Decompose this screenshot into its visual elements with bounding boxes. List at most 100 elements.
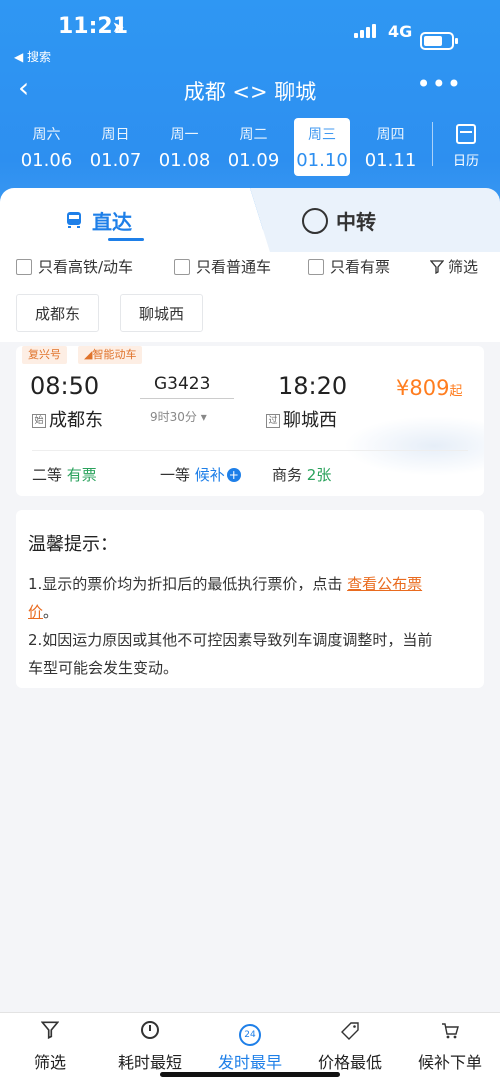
date-item[interactable]: 周二 01.09 bbox=[219, 118, 288, 176]
date-weekday: 周日 bbox=[101, 127, 130, 143]
calendar-button[interactable]: 日历 bbox=[446, 124, 486, 169]
transfer-train-icon bbox=[302, 208, 328, 234]
bottom-lowest-price-button[interactable]: 价格最低 bbox=[300, 1021, 400, 1073]
date-day: 01.09 bbox=[227, 150, 280, 171]
tab-transfer-label: 中转 bbox=[336, 210, 376, 234]
departure-station: 始成都东 bbox=[32, 406, 103, 432]
calendar-icon bbox=[456, 124, 476, 144]
bottom-shortest-button[interactable]: 耗时最短 bbox=[100, 1021, 200, 1073]
date-day: 01.06 bbox=[20, 150, 73, 171]
bottom-label: 候补下单 bbox=[417, 1053, 482, 1072]
bottom-earliest-button[interactable]: 24 发时最早 bbox=[200, 1021, 300, 1073]
date-weekday: 周四 bbox=[376, 127, 405, 143]
train-number: G3423 bbox=[154, 374, 211, 394]
location-icon: ➤ bbox=[112, 18, 125, 36]
more-icon[interactable]: ••• bbox=[417, 70, 462, 98]
date-day: 01.10 bbox=[296, 150, 348, 171]
price-tag-icon bbox=[300, 1021, 400, 1043]
divider bbox=[32, 450, 468, 451]
24h-icon: 24 bbox=[200, 1021, 300, 1046]
tips-title: 温馨提示： bbox=[28, 534, 118, 555]
date-item-selected[interactable]: 周三 01.10 bbox=[294, 118, 350, 176]
seat-status: 有票 bbox=[66, 466, 97, 484]
24h-icon-text: 24 bbox=[239, 1024, 261, 1046]
checkbox-available[interactable]: 只看有票 bbox=[308, 256, 390, 277]
date-day: 01.11 bbox=[364, 150, 417, 171]
date-weekday: 周二 bbox=[239, 127, 268, 143]
seat-status: 候补 bbox=[194, 466, 225, 484]
train-tag-fuxing: 复兴号 bbox=[22, 346, 67, 364]
signal-icon bbox=[354, 24, 376, 38]
cart-icon bbox=[400, 1021, 500, 1043]
arrival-station-name: 聊城西 bbox=[283, 410, 337, 431]
date-weekday: 周三 bbox=[308, 127, 336, 143]
date-item[interactable]: 周日 01.07 bbox=[81, 118, 150, 176]
bottom-label: 耗时最短 bbox=[117, 1053, 182, 1072]
tab-transfer[interactable]: 中转 bbox=[250, 188, 500, 252]
filter-row: 只看高铁/动车 只看普通车 只看有票 筛选 bbox=[16, 256, 486, 278]
waitlist-plus-icon[interactable]: + bbox=[226, 468, 241, 482]
date-weekday: 周一 bbox=[170, 127, 199, 143]
train-tag-smart-label: 智能动车 bbox=[92, 348, 137, 361]
origin-badge: 始 bbox=[32, 414, 46, 428]
date-weekday: 周六 bbox=[32, 127, 61, 143]
checkbox-label: 只看有票 bbox=[330, 258, 391, 276]
arrival-station: 过聊城西 bbox=[266, 406, 337, 432]
duration-label: 9时30分 bbox=[150, 410, 197, 424]
dropdown-icon: ▾ bbox=[200, 410, 207, 424]
clock-icon bbox=[100, 1021, 200, 1043]
tab-direct[interactable]: 直达 bbox=[0, 188, 270, 252]
seat-type: 二等 bbox=[32, 466, 63, 484]
tips-line-1b: 价。 bbox=[28, 598, 472, 626]
train-duration[interactable]: 9时30分 ▾ bbox=[150, 408, 207, 425]
date-day: 01.07 bbox=[89, 150, 142, 171]
train-tag-smart: ◢智能动车 bbox=[78, 346, 143, 364]
tips-text: 。 bbox=[43, 603, 59, 621]
content-area: 只看高铁/动车 只看普通车 只看有票 筛选 成都东 聊城西 复兴号 ◢智能动车 … bbox=[0, 252, 500, 1012]
network-type: 4G bbox=[388, 22, 413, 41]
published-price-link-cont[interactable]: 价 bbox=[28, 603, 43, 621]
tips-line-1: 1.显示的票价均为折扣后的最低执行票价，点击 查看公布票 bbox=[28, 570, 472, 598]
checkbox-label: 只看高铁/动车 bbox=[38, 258, 134, 276]
checkbox-box[interactable] bbox=[308, 258, 324, 275]
seat-status: 2张 bbox=[306, 466, 332, 484]
date-item[interactable]: 周一 01.08 bbox=[150, 118, 219, 176]
date-item[interactable]: 周四 01.11 bbox=[356, 118, 425, 176]
tips-card: 温馨提示： 1.显示的票价均为折扣后的最低执行票价，点击 查看公布票 价。 2.… bbox=[16, 510, 484, 688]
bottom-label: 价格最低 bbox=[317, 1053, 382, 1072]
date-item[interactable]: 周六 01.06 bbox=[12, 118, 81, 176]
battery-icon bbox=[420, 32, 458, 50]
checkbox-normal[interactable]: 只看普通车 bbox=[174, 256, 271, 277]
published-price-link[interactable]: 查看公布票 bbox=[347, 575, 422, 593]
seat-first-class[interactable]: 一等 候补 + bbox=[160, 464, 241, 485]
filter-button[interactable]: 筛选 bbox=[429, 256, 478, 277]
checkbox-label: 只看普通车 bbox=[196, 258, 272, 276]
seat-second-class: 二等 有票 bbox=[32, 464, 97, 485]
filter-label: 筛选 bbox=[447, 258, 478, 276]
bottom-label: 发时最早 bbox=[217, 1053, 282, 1072]
train-icon bbox=[67, 212, 81, 228]
home-indicator[interactable] bbox=[160, 1072, 340, 1077]
checkbox-box[interactable] bbox=[16, 258, 32, 275]
tips-line-2: 2.如因运力原因或其他不可控因素导致列车调度调整时，当前 bbox=[28, 631, 433, 649]
seat-row: 二等 有票 一等 候补 + 商务 2张 bbox=[32, 464, 472, 486]
checkbox-box[interactable] bbox=[174, 258, 190, 275]
train-divider bbox=[140, 398, 234, 399]
departure-time: 08:50 bbox=[30, 372, 100, 400]
bottom-label: 筛选 bbox=[33, 1053, 66, 1072]
tab-underline bbox=[108, 238, 144, 241]
price: ¥809起 bbox=[396, 376, 462, 400]
seat-type: 一等 bbox=[160, 466, 191, 484]
pass-badge: 过 bbox=[266, 414, 280, 428]
tab-direct-label-wrap: 直达 bbox=[67, 206, 132, 235]
station-chip-to[interactable]: 聊城西 bbox=[120, 294, 204, 332]
train-card[interactable]: 复兴号 ◢智能动车 08:50 G3423 9时30分 ▾ 18:20 始成都东… bbox=[16, 346, 484, 496]
bottom-waitlist-button[interactable]: 候补下单 bbox=[400, 1021, 500, 1073]
checkbox-high-speed[interactable]: 只看高铁/动车 bbox=[16, 256, 133, 277]
station-chip-from[interactable]: 成都东 bbox=[16, 294, 100, 332]
tab-transfer-label-wrap: 中转 bbox=[302, 206, 376, 235]
filter-icon bbox=[429, 259, 444, 274]
bottom-filter-button[interactable]: 筛选 bbox=[0, 1021, 100, 1073]
back-to-search-link[interactable]: ◀ 搜索 bbox=[14, 48, 51, 65]
seat-type: 商务 bbox=[272, 466, 303, 484]
